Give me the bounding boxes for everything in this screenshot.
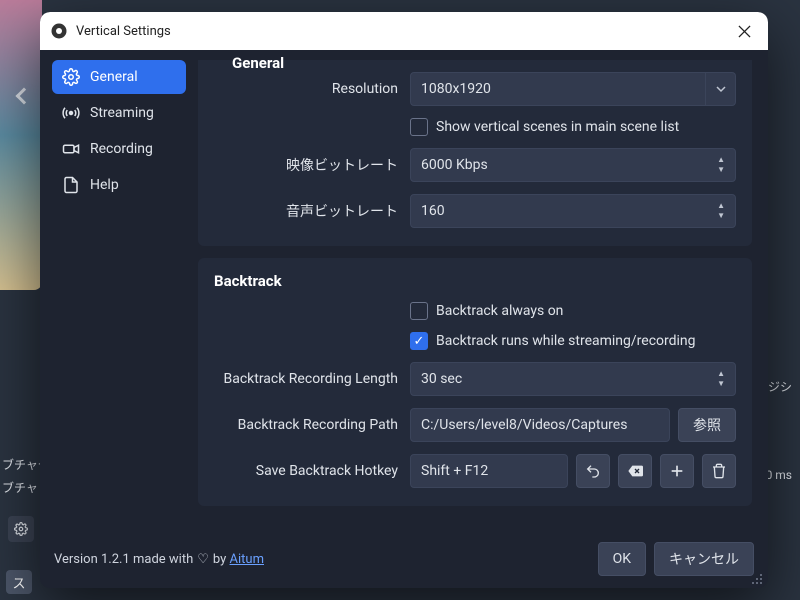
resolution-row: Resolution 1080x1920: [214, 72, 736, 106]
backtrack-hotkey-row: Save Backtrack Hotkey Shift + F12: [214, 454, 736, 488]
hotkey-undo-button[interactable]: [576, 454, 610, 488]
window-title: Vertical Settings: [76, 24, 171, 39]
backtrack-path-label: Backtrack Recording Path: [214, 417, 410, 433]
audio-bitrate-row: 音声ビットレート 160 ▲▼: [214, 194, 736, 228]
backtrack-runs-checkbox[interactable]: Backtrack runs while streaming/recording: [410, 332, 696, 350]
show-vertical-label: Show vertical scenes in main scene list: [436, 119, 679, 135]
vertical-settings-window: Vertical Settings General General Stream…: [40, 12, 768, 588]
backtrack-title: Backtrack: [214, 272, 736, 290]
checkbox-box-icon: [410, 118, 428, 136]
audio-bitrate-label: 音声ビットレート: [214, 201, 410, 221]
backtrack-length-input[interactable]: 30 sec ▲▼: [410, 362, 736, 396]
camera-icon: [62, 140, 80, 158]
sidebar-item-streaming[interactable]: Streaming: [52, 96, 186, 130]
chevron-down-icon: ▼: [717, 166, 725, 174]
background-settings-button[interactable]: [8, 516, 34, 542]
background-text-2: ブチャ: [2, 479, 38, 496]
backtrack-length-label: Backtrack Recording Length: [214, 371, 410, 387]
backtrack-always-row: Backtrack always on: [214, 302, 736, 320]
background-right-text-2: 0 ms: [766, 468, 792, 482]
spinner-buttons[interactable]: ▲▼: [717, 370, 725, 388]
backtrack-runs-row: Backtrack runs while streaming/recording: [214, 332, 736, 350]
sidebar-item-label: Streaming: [90, 105, 154, 121]
sidebar-item-label: Recording: [90, 141, 153, 157]
sidebar-item-recording[interactable]: Recording: [52, 132, 186, 166]
show-vertical-checkbox[interactable]: Show vertical scenes in main scene list: [410, 118, 679, 136]
backtrack-hotkey-label: Save Backtrack Hotkey: [214, 463, 410, 479]
backtrack-always-label: Backtrack always on: [436, 303, 563, 319]
footer: Version 1.2.1 made with ♡ by Aitum OK キャ…: [40, 534, 768, 588]
backtrack-path-row: Backtrack Recording Path C:/Users/level8…: [214, 408, 736, 442]
chevron-up-icon: ▲: [717, 370, 725, 378]
hotkey-add-button[interactable]: [660, 454, 694, 488]
sidebar-item-label: General: [90, 69, 138, 85]
document-icon: [62, 176, 80, 194]
backtrack-panel: Backtrack Backtrack always on: [198, 258, 752, 506]
browse-button[interactable]: 参照: [678, 408, 736, 442]
version-text: Version 1.2.1 made with: [54, 552, 193, 567]
resolution-dropdown-button[interactable]: [706, 72, 736, 106]
video-bitrate-input[interactable]: 6000 Kbps ▲▼: [410, 148, 736, 182]
window-body: General Streaming Recording Help: [40, 50, 768, 534]
resolution-label: Resolution: [214, 81, 410, 97]
spinner-buttons[interactable]: ▲▼: [717, 202, 725, 220]
titlebar: Vertical Settings: [40, 12, 768, 50]
backtrack-length-row: Backtrack Recording Length 30 sec ▲▼: [214, 362, 736, 396]
heart-icon: ♡: [197, 552, 209, 567]
cancel-button[interactable]: キャンセル: [654, 542, 754, 576]
general-panel: Resolution 1080x1920: [198, 60, 752, 246]
chevron-up-icon: ▲: [717, 202, 725, 210]
backtrack-always-checkbox[interactable]: Backtrack always on: [410, 302, 563, 320]
background-thumbnail: [0, 0, 42, 290]
resolution-select[interactable]: 1080x1920: [410, 72, 706, 106]
checkbox-box-icon: [410, 302, 428, 320]
chevron-up-icon: ▲: [717, 156, 725, 164]
backtrack-runs-label: Backtrack runs while streaming/recording: [436, 333, 696, 349]
audio-bitrate-input[interactable]: 160 ▲▼: [410, 194, 736, 228]
sidebar-item-label: Help: [90, 177, 119, 193]
close-button[interactable]: [730, 17, 758, 45]
video-bitrate-row: 映像ビットレート 6000 Kbps ▲▼: [214, 148, 736, 182]
by-text: by: [213, 552, 226, 567]
broadcast-icon: [62, 104, 80, 122]
hotkey-clear-button[interactable]: [618, 454, 652, 488]
chevron-down-icon: ▼: [717, 212, 725, 220]
video-bitrate-label: 映像ビットレート: [214, 155, 410, 175]
hotkey-delete-button[interactable]: [702, 454, 736, 488]
gear-icon: [62, 68, 80, 86]
show-vertical-row: Show vertical scenes in main scene list: [214, 118, 736, 136]
content-scroll[interactable]: Resolution 1080x1920: [198, 60, 756, 530]
chevron-down-icon: ▼: [717, 380, 725, 388]
obs-icon: [50, 22, 68, 40]
resize-handle[interactable]: [750, 572, 762, 584]
general-section-title-clipped: General: [232, 54, 284, 72]
background-pill: ス: [6, 570, 32, 594]
aitum-link[interactable]: Aitum: [230, 552, 264, 567]
sidebar: General Streaming Recording Help: [52, 60, 186, 530]
checkbox-box-checked-icon: [410, 332, 428, 350]
sidebar-item-help[interactable]: Help: [52, 168, 186, 202]
ok-button[interactable]: OK: [598, 542, 646, 576]
backtrack-path-input[interactable]: C:/Users/level8/Videos/Captures: [410, 408, 670, 442]
backtrack-hotkey-input[interactable]: Shift + F12: [410, 454, 568, 488]
spinner-buttons[interactable]: ▲▼: [717, 156, 725, 174]
sidebar-item-general[interactable]: General: [52, 60, 186, 94]
